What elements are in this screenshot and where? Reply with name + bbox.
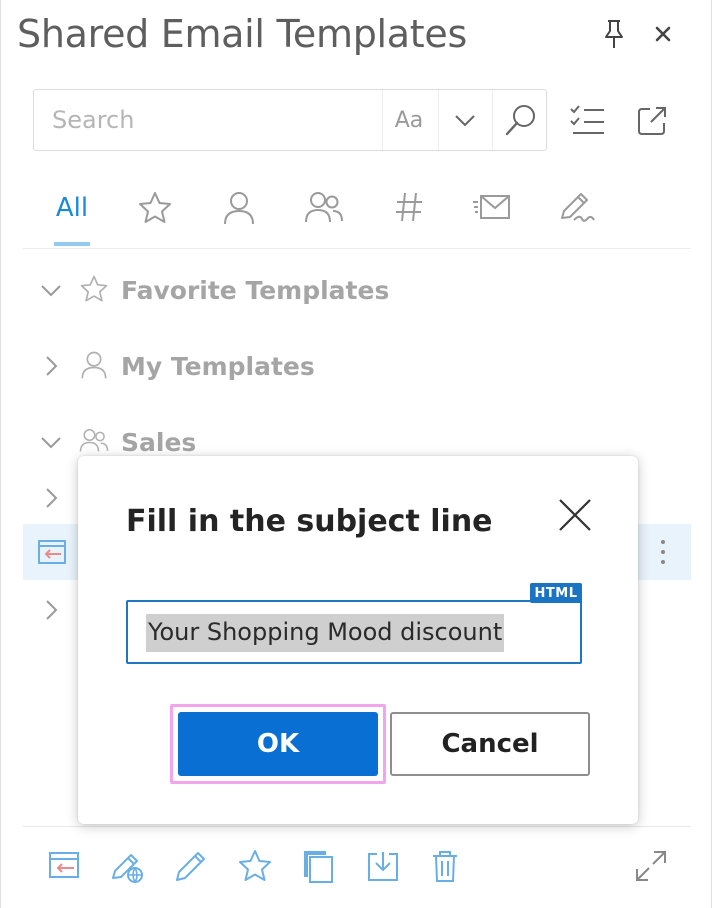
pin-button[interactable]	[599, 18, 629, 50]
expand-icon	[636, 851, 666, 881]
people-icon	[305, 192, 343, 223]
person-icon	[224, 192, 254, 225]
tab-email-templates[interactable]	[469, 176, 515, 248]
close-icon	[559, 499, 591, 531]
cancel-button[interactable]: Cancel	[390, 712, 590, 776]
tree-item-label: Sales	[121, 428, 197, 457]
edit-web-icon	[112, 854, 143, 884]
star-icon	[139, 192, 171, 223]
search-separator	[492, 90, 493, 150]
insert-template-button[interactable]	[47, 848, 87, 888]
search-box: Aa	[33, 89, 547, 151]
trash-icon	[433, 851, 457, 882]
copy-icon	[304, 851, 333, 883]
chevron-down-icon	[455, 115, 475, 127]
tabs-divider	[23, 248, 691, 249]
tab-hashtags[interactable]	[389, 176, 429, 248]
people-icon	[79, 429, 109, 452]
edit-online-button[interactable]	[109, 848, 149, 888]
tree-item-label: My Templates	[121, 352, 315, 381]
add-to-favorites-button[interactable]	[237, 848, 277, 888]
tab-shared[interactable]	[301, 176, 347, 248]
category-tabs: All	[41, 176, 681, 248]
chevron-right-icon[interactable]	[39, 486, 63, 510]
expand-pane-button[interactable]	[633, 848, 673, 888]
insert-template-icon	[49, 852, 79, 878]
chevron-right-icon[interactable]	[39, 354, 63, 378]
ok-button[interactable]: OK	[178, 712, 378, 776]
tab-my-templates[interactable]	[217, 176, 261, 248]
move-template-button[interactable]	[365, 848, 405, 888]
multi-select-button[interactable]	[568, 102, 608, 138]
mail-icon	[473, 195, 510, 219]
fill-subject-dialog: Fill in the subject line Your Shopping M…	[78, 456, 638, 824]
move-to-folder-icon	[368, 852, 398, 881]
search-separator	[382, 90, 383, 150]
star-icon	[239, 850, 271, 881]
star-icon	[80, 275, 108, 302]
tree-item-label: Favorite Templates	[121, 276, 390, 305]
person-icon	[81, 351, 107, 379]
more-vertical-icon	[661, 540, 665, 564]
search-input[interactable]	[34, 90, 379, 150]
chevron-down-icon[interactable]	[39, 430, 63, 454]
pencil-icon	[176, 852, 205, 881]
popout-icon	[638, 107, 666, 135]
shared-templates-pane: Shared Email Templates Aa	[0, 0, 712, 908]
edit-template-button[interactable]	[173, 848, 213, 888]
subject-field[interactable]: Your Shopping Mood discount	[126, 600, 582, 664]
tab-signatures[interactable]	[553, 176, 599, 248]
html-badge: HTML	[530, 583, 582, 603]
search-options-dropdown[interactable]	[442, 90, 488, 150]
search-button[interactable]	[496, 90, 546, 150]
footer-divider	[23, 826, 691, 827]
match-case-button[interactable]: Aa	[384, 90, 434, 150]
chevron-down-icon[interactable]	[39, 278, 63, 302]
tab-favorites[interactable]	[133, 176, 177, 248]
open-in-window-button[interactable]	[635, 104, 669, 138]
hash-icon	[396, 192, 422, 222]
subject-field-value: Your Shopping Mood discount	[146, 614, 505, 652]
checklist-icon	[570, 105, 604, 134]
pane-title: Shared Email Templates	[17, 12, 467, 56]
more-options-button[interactable]	[651, 534, 675, 570]
tree-item-my-templates[interactable]: My Templates	[23, 336, 693, 396]
tab-all[interactable]: All	[53, 176, 91, 248]
chevron-right-icon[interactable]	[39, 598, 63, 622]
copy-template-button[interactable]	[301, 848, 341, 888]
dialog-close-button[interactable]	[556, 496, 594, 534]
dialog-title: Fill in the subject line	[126, 504, 493, 539]
search-icon	[505, 105, 535, 136]
close-pane-button[interactable]	[649, 20, 677, 48]
signature-icon	[561, 193, 595, 222]
delete-template-button[interactable]	[427, 848, 467, 888]
tree-item-favorite-templates[interactable]: Favorite Templates	[23, 260, 693, 320]
close-icon	[655, 26, 671, 42]
selected-tab-indicator	[54, 242, 90, 246]
pin-icon	[605, 20, 623, 48]
search-separator	[438, 90, 439, 150]
insert-template-icon	[38, 540, 66, 564]
